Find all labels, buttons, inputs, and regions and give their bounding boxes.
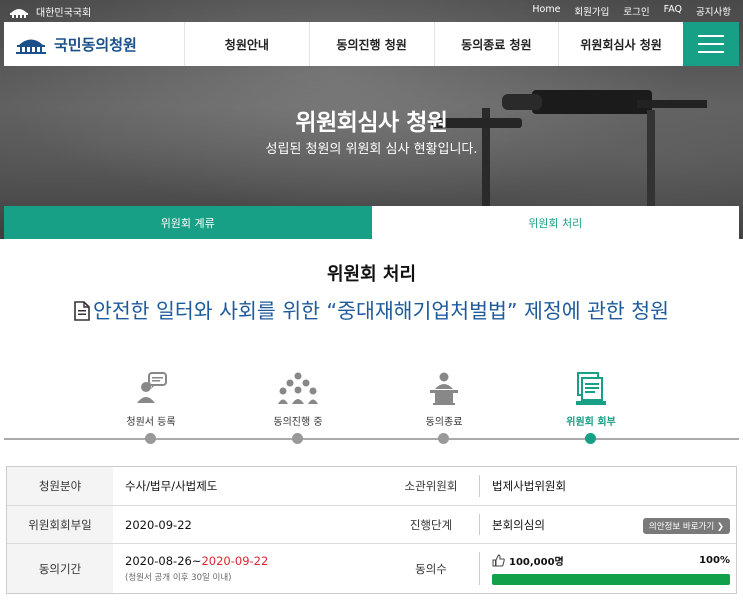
nav-item-guide[interactable]: 청원안내 xyxy=(184,22,309,66)
podium-icon xyxy=(430,372,458,405)
field-value: 수사/법무/사법제도 xyxy=(125,479,218,493)
nav-item-committee[interactable]: 위원회심사 청원 xyxy=(558,22,683,66)
petition-title: 안전한 일터와 사회를 위한 “중대재해기업처벌법” 제정에 관한 청원 xyxy=(60,296,683,326)
period-dates: 2020-08-26~2020-09-22 xyxy=(125,554,268,568)
step-label: 동의진행 중 xyxy=(273,417,323,428)
period-start: 2020-08-26~ xyxy=(125,554,202,568)
step-dot xyxy=(585,433,596,444)
hero-title: 위원회심사 청원 xyxy=(295,110,448,136)
agree-progress-bar xyxy=(492,573,730,585)
bill-info-button[interactable]: 의안정보 바로가기 ❯ xyxy=(642,518,730,534)
committee-value: 법제사법위원회 xyxy=(492,479,567,493)
logo-text: 국민동의청원 xyxy=(54,35,137,54)
document-icon xyxy=(74,301,90,321)
field-label: 청원분야 xyxy=(7,467,113,505)
tab-pending[interactable]: 위원회 계류 xyxy=(4,206,372,239)
tab-processed[interactable]: 위원회 처리 xyxy=(371,206,739,239)
utility-links: Home 회원가입 로그인 FAQ 공지사항 xyxy=(532,4,731,18)
tab-bar: 위원회 계류 위원회 처리 xyxy=(4,206,739,239)
section-title: 위원회 처리 xyxy=(326,264,417,285)
stage-label: 진행단계 xyxy=(383,506,479,543)
step-label: 청원서 등록 xyxy=(126,417,176,428)
committee-label: 소관위원회 xyxy=(383,467,479,505)
national-assembly-badge[interactable]: 대한민국국회 xyxy=(8,4,91,19)
crowd-icon xyxy=(278,372,318,404)
nav-item-closed[interactable]: 동의종료 청원 xyxy=(433,22,559,66)
gov-label: 대한민국국회 xyxy=(36,8,92,19)
link-home[interactable]: Home xyxy=(532,4,560,18)
petition-info-table: 청원분야 수사/법무/사법제도 소관위원회 법제사법위원회 위원회회부일 202… xyxy=(6,466,737,594)
referral-label: 위원회회부일 xyxy=(7,506,113,543)
step-closed: 동의종료 xyxy=(384,365,504,444)
step-registered: 청원서 등록 xyxy=(91,365,211,444)
main-nav: 국민동의청원 청원안내 동의진행 청원 동의종료 청원 위원회심사 청원 xyxy=(4,22,739,66)
petition-title-text: 안전한 일터와 사회를 위한 “중대재해기업처벌법” 제정에 관한 청원 xyxy=(92,299,670,323)
top-utility-bar: 대한민국국회 Home 회원가입 로그인 FAQ 공지사항 xyxy=(0,0,743,22)
period-end: 2020-09-22 xyxy=(201,554,269,568)
agree-count: 100,000명 xyxy=(509,556,564,568)
period-value: 2020-08-26~2020-09-22 (청원서 공개 이후 30일 이내) xyxy=(113,544,383,593)
assembly-logo-icon xyxy=(16,39,46,54)
menu-line xyxy=(698,35,724,37)
step-label: 동의종료 xyxy=(425,417,463,428)
assembly-dome-icon xyxy=(10,8,28,18)
nav-item-ongoing[interactable]: 동의진행 청원 xyxy=(308,22,434,66)
step-committee: 위원회 회부 xyxy=(531,365,651,444)
speech-person-icon xyxy=(137,372,167,403)
progress-steps: 청원서 등록 동의진행 중 동의종료 위원회 회부 xyxy=(4,365,739,455)
agree-percent: 100% xyxy=(699,554,730,566)
step-dot xyxy=(145,433,156,444)
agree-summary: 100,000명 100% xyxy=(492,553,730,568)
step-ongoing: 동의진행 중 xyxy=(238,365,358,444)
info-row: 동의기간 2020-08-26~2020-09-22 (청원서 공개 이후 30… xyxy=(7,543,736,593)
link-notice[interactable]: 공지사항 xyxy=(696,4,731,18)
agree-label: 동의수 xyxy=(383,544,479,593)
agree-value: 100,000명 100% xyxy=(480,544,736,593)
step-label: 위원회 회부 xyxy=(566,417,616,428)
site-logo[interactable]: 국민동의청원 xyxy=(4,22,184,66)
hero-subtitle: 성립된 청원의 위원회 심사 현황입니다. xyxy=(265,142,478,157)
menu-button[interactable] xyxy=(683,22,739,66)
thumbs-up-icon xyxy=(492,553,505,566)
steps-line xyxy=(4,438,739,440)
referral-value: 2020-09-22 xyxy=(125,517,192,532)
link-faq[interactable]: FAQ xyxy=(664,4,682,18)
menu-line xyxy=(698,43,724,45)
info-row: 위원회회부일 2020-09-22 진행단계 본회의심의 의안정보 바로가기 ❯ xyxy=(7,505,736,543)
period-note: (청원서 공개 이후 30일 이내) xyxy=(125,573,232,583)
agree-progress-fill xyxy=(492,573,730,585)
nav-menu: 청원안내 동의진행 청원 동의종료 청원 위원회심사 청원 xyxy=(184,22,683,66)
link-signup[interactable]: 회원가입 xyxy=(574,4,609,18)
link-login[interactable]: 로그인 xyxy=(623,4,649,18)
period-label: 동의기간 xyxy=(7,544,113,593)
agree-count-wrap: 100,000명 xyxy=(492,553,564,568)
step-dot xyxy=(292,433,303,444)
info-row: 청원분야 수사/법무/사법제도 소관위원회 법제사법위원회 xyxy=(7,467,736,505)
documents-stack-icon xyxy=(576,372,606,405)
menu-line xyxy=(698,51,724,53)
step-dot xyxy=(438,433,449,444)
